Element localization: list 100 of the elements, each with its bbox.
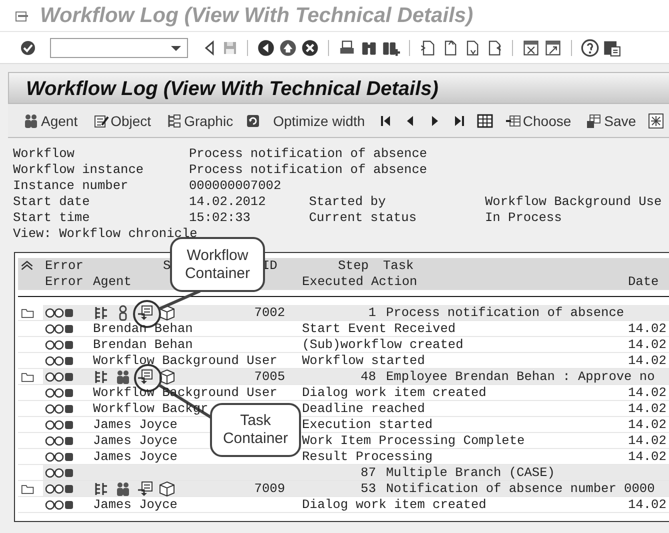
table-cell: 14.02 (628, 385, 666, 401)
table-cell: Work Item Processing Complete (302, 433, 525, 449)
collapse-icon[interactable] (20, 259, 34, 273)
folder-icon[interactable] (21, 370, 35, 384)
command-field[interactable] (50, 38, 188, 58)
table-cell: James Joyce (93, 449, 178, 465)
people-icon[interactable] (115, 481, 131, 497)
table-cell-text: Notification of absence number 0000 (385, 481, 655, 497)
table-cell: Result Processing (302, 449, 433, 465)
people-icon[interactable] (115, 369, 131, 385)
table-cell: 53 (360, 481, 376, 497)
status-lights-icon (45, 452, 75, 462)
table-cell: James Joyce (93, 417, 178, 433)
layout-save-icon (586, 112, 602, 128)
container-icon[interactable] (137, 305, 153, 321)
field-label: Start time (13, 210, 90, 226)
table-cell: Workflow Background User (93, 353, 278, 369)
grid-icon[interactable] (476, 112, 493, 128)
refresh-icon[interactable] (245, 112, 262, 128)
agent-button[interactable]: Agent (20, 110, 81, 130)
table-cell: Deadline reached (302, 401, 425, 417)
field-value: Process notification of absence (189, 162, 428, 178)
new-window-icon[interactable] (522, 38, 540, 56)
table-cell: 14.02 (628, 417, 666, 433)
people-icon (23, 112, 39, 128)
first-page-icon[interactable] (419, 38, 437, 56)
table-cell: Dialog work item created (302, 385, 486, 401)
field-label: Workflow instance (13, 162, 144, 178)
table-cell-text: Employee Brendan Behan : Approve no (385, 369, 655, 385)
table-cell-text: Process notification of absence (385, 305, 624, 321)
table-cell: (Sub)workflow created (302, 337, 464, 353)
table-cell: James Joyce (93, 497, 178, 513)
column-header: Error (45, 258, 84, 274)
field-value: 000000007002 (189, 178, 282, 194)
optimize-width-button[interactable]: Optimize width (270, 110, 368, 130)
status-lights-icon (45, 420, 75, 430)
table-cell: 14.02 (628, 497, 666, 513)
window-title: Workflow Log (View With Technical Details) (40, 4, 474, 28)
container-icon[interactable] (137, 481, 153, 497)
field-value: Workflow Background Use (485, 194, 662, 210)
cancel-icon[interactable] (301, 38, 319, 56)
status-lights-icon (45, 324, 75, 334)
table-cell: Brendan Behan (93, 337, 193, 353)
column-header: Step (338, 258, 369, 274)
table-cell: 48 (360, 369, 376, 385)
callout-bubble: Task Container (210, 403, 301, 457)
table-cell: 14.02 (628, 433, 666, 449)
object-button[interactable]: Object (90, 110, 154, 130)
column-header: Error (45, 274, 84, 290)
cube-icon[interactable] (159, 481, 175, 497)
table-cell: 14.02 (628, 449, 666, 465)
shortcut-icon[interactable] (544, 38, 562, 56)
table-cell: 7009 (254, 481, 285, 497)
back-icon[interactable] (257, 38, 275, 56)
field-label: Started by (309, 194, 386, 210)
container-icon[interactable] (137, 369, 153, 385)
status-lights-icon (45, 356, 75, 366)
save-button[interactable]: Save (583, 110, 640, 130)
field-value: 14.02.2012 (189, 194, 266, 210)
status-lights-icon (45, 436, 75, 446)
table-cell: James Joyce (93, 433, 178, 449)
field-value: 15:02:33 (189, 210, 250, 226)
table-cell: Start Event Received (302, 321, 456, 337)
table-cell-text: Multiple Branch (CASE) (385, 465, 555, 481)
table-cell: 14.02 (628, 321, 666, 337)
folder-icon[interactable] (21, 306, 35, 320)
field-value: Process notification of absence (189, 146, 428, 162)
tree-icon[interactable] (93, 481, 109, 497)
help-icon[interactable] (581, 38, 599, 56)
edit-icon (92, 112, 109, 128)
column-header: S (163, 258, 171, 274)
field-label: Start date (13, 194, 90, 210)
status-lights-icon (45, 388, 75, 398)
tree-icon[interactable] (93, 305, 109, 321)
tree-icon[interactable] (93, 369, 109, 385)
more-icon[interactable] (648, 112, 664, 128)
layout-choose-icon (504, 112, 521, 128)
field-value: In Process (485, 210, 562, 226)
print-icon[interactable] (338, 38, 356, 56)
table-cell: Execution started (302, 417, 433, 433)
column-header: Task (383, 258, 414, 274)
graphic-icon (166, 112, 182, 128)
layout-icon[interactable] (603, 38, 621, 56)
choose-button[interactable]: Choose (502, 110, 574, 130)
status-lights-icon (45, 308, 75, 318)
status-lights-icon (45, 468, 75, 478)
status-lights-icon (45, 372, 75, 382)
leader-line (158, 290, 201, 310)
table-cell: 14.02 (628, 353, 666, 369)
field-label: Workflow (13, 146, 74, 162)
status-lights-icon (45, 500, 75, 510)
column-header: Agent (93, 274, 132, 290)
table-cell: 87 (360, 465, 376, 481)
graphic-button[interactable]: Graphic (163, 110, 236, 130)
status-lights-icon (45, 484, 75, 494)
table-cell: 14.02 (628, 401, 666, 417)
table-cell: Workflow started (302, 353, 425, 369)
field-label: Instance number (13, 178, 128, 194)
column-header: Executed Action (302, 274, 418, 290)
enter-icon[interactable] (20, 40, 36, 56)
